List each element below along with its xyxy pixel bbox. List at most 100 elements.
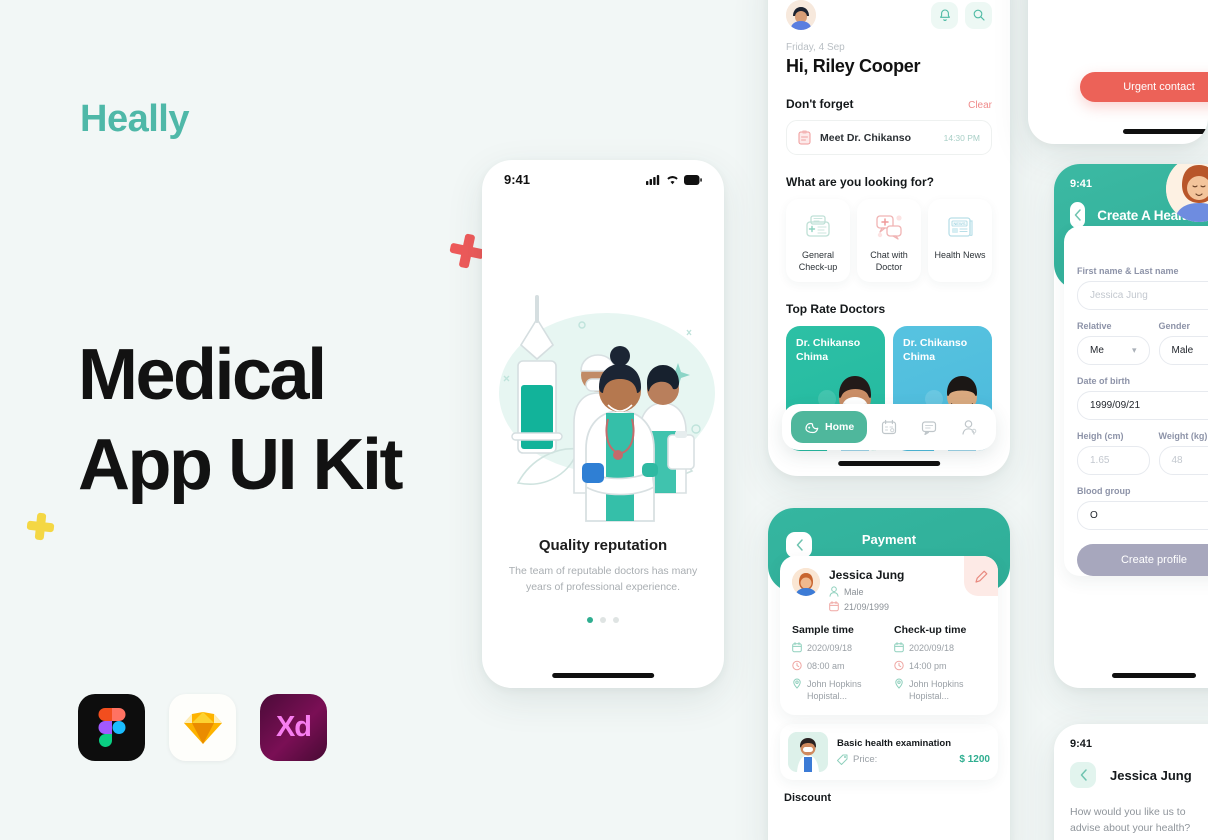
chevron-down-icon: ▾	[1131, 345, 1137, 355]
category-label: Chat with Doctor	[870, 250, 908, 273]
news-icon: NEWS	[932, 210, 988, 244]
checkup-icon	[790, 210, 846, 244]
category-cards: General Check-up Chat with Doctor NEWS H…	[786, 199, 992, 283]
clipboard-icon	[798, 130, 811, 145]
clear-button[interactable]: Clear	[968, 100, 992, 111]
looking-for-header: What are you looking for?	[786, 175, 992, 189]
back-button[interactable]	[1070, 762, 1096, 788]
height-input[interactable]: 1.65	[1077, 446, 1150, 475]
field-label-name: First name & Last name	[1077, 266, 1179, 276]
calendar-icon	[894, 642, 904, 653]
field-label-blood-group: Blood group	[1077, 486, 1131, 496]
search-icon[interactable]	[965, 1, 992, 29]
relative-select[interactable]: Me ▾	[1077, 336, 1150, 365]
edit-button[interactable]	[964, 556, 998, 596]
payment-title: Payment	[861, 532, 917, 547]
signal-icon	[646, 174, 660, 185]
carousel-dot-2[interactable]	[600, 616, 606, 623]
onboarding-title: Quality reputation	[538, 537, 668, 554]
weight-input[interactable]: 48	[1158, 446, 1208, 475]
field-label-gender: Gender	[1158, 321, 1191, 331]
chevron-left-icon	[796, 539, 803, 551]
category-card-health-news[interactable]: NEWS Health News	[928, 199, 992, 283]
patient-gender-value: Male	[844, 586, 864, 597]
figma-icon[interactable]	[78, 694, 145, 761]
adobe-xd-label: Xd	[275, 711, 312, 743]
patient-name: Jessica Jung	[829, 568, 905, 582]
checkup-time-date: 2020/09/18	[894, 642, 986, 654]
adobe-xd-icon[interactable]: Xd	[260, 694, 327, 761]
chevron-left-icon	[1074, 209, 1081, 221]
home-indicator	[552, 673, 654, 678]
gender-select[interactable]: Male ▾	[1158, 336, 1208, 365]
wifi-icon	[667, 175, 678, 184]
chat-header: Jessica Jung	[1070, 762, 1208, 788]
tab-appointments[interactable]	[871, 419, 907, 435]
carousel-dots[interactable]	[482, 616, 724, 623]
reminder-item[interactable]: Meet Dr. Chikanso 14:30 PM	[786, 120, 992, 155]
urgent-contact-button[interactable]: Urgent contact	[1080, 72, 1208, 102]
field-group-height-weight: Heigh (cm) 1.65 Weight (kg) 48	[1077, 431, 1208, 475]
category-card-chat-doctor[interactable]: Chat with Doctor	[857, 199, 921, 283]
looking-for-title: What are you looking for?	[786, 175, 935, 189]
create-profile-button[interactable]: Create profile	[1077, 544, 1208, 576]
chat-question-line-1: How would you like us to	[1070, 806, 1186, 818]
field-gender: Gender Male ▾	[1158, 321, 1208, 365]
tab-messages[interactable]	[911, 420, 947, 435]
chat-doctor-icon	[861, 210, 917, 244]
sample-time-place: John Hopkins Hopistal...	[792, 678, 884, 702]
field-relative: Relative Me ▾	[1077, 321, 1150, 365]
back-button[interactable]	[786, 532, 812, 558]
avatar[interactable]	[786, 0, 816, 30]
carousel-dot-3[interactable]	[613, 616, 619, 623]
category-label: General Check-up	[798, 250, 838, 273]
discount-heading: Discount	[784, 791, 832, 804]
blood-group-input[interactable]: O	[1077, 501, 1208, 530]
status-time: 9:41	[1070, 738, 1093, 750]
status-indicators	[646, 174, 702, 185]
sample-time-heading: Sample time	[792, 624, 854, 636]
field-height: Heigh (cm) 1.65	[1077, 431, 1150, 475]
location-icon	[793, 678, 801, 690]
status-bar: 9:41	[482, 160, 724, 187]
first-last-name-input[interactable]: Jessica Jung	[1077, 281, 1208, 310]
clock-icon	[894, 660, 904, 671]
back-button[interactable]	[1070, 202, 1086, 228]
field-label-weight: Weight (kg)	[1158, 431, 1208, 441]
doctor-name: Dr. Chikanso Chima	[796, 337, 861, 363]
reminder-text: Meet Dr. Chikanso	[820, 131, 912, 144]
home-date: Friday, 4 Sep	[786, 42, 845, 53]
create-health-profile-phone-mockup: 9:41 Create A Health Profile First name …	[1054, 164, 1208, 688]
service-title: Basic health examination	[837, 738, 952, 750]
home-icon	[805, 422, 819, 433]
dont-forget-header: Don't forget Clear	[786, 97, 992, 111]
sample-time-block: Sample time 2020/09/18 08:00 am John Hop…	[792, 624, 884, 703]
gender-value: Male	[1171, 345, 1194, 356]
profile-icon	[962, 420, 977, 435]
tag-icon	[837, 754, 848, 766]
field-label-height: Heigh (cm)	[1077, 431, 1124, 441]
sample-time-date: 2020/09/18	[792, 642, 884, 654]
bell-icon[interactable]	[931, 1, 958, 29]
carousel-dot-1[interactable]	[587, 616, 593, 623]
sketch-icon[interactable]	[169, 694, 236, 761]
service-card[interactable]: Basic health examination Price: $ 1200	[780, 723, 998, 780]
chevron-left-icon	[1080, 769, 1087, 781]
top-doctors-header: Top Rate Doctors	[786, 302, 992, 316]
doctor-name: Dr. Chikanso Chima	[903, 337, 968, 363]
tab-profile[interactable]	[951, 419, 987, 435]
field-group-name: First name & Last name Jessica Jung	[1077, 266, 1208, 310]
urgent-contact-phone-mockup: Urgent contact	[1028, 0, 1208, 144]
yellow-cross-decoration	[26, 512, 56, 542]
chat-content: 9:41 Jessica Jung How would you like us …	[1054, 724, 1208, 840]
times-grid: Sample time 2020/09/18 08:00 am John Hop…	[792, 624, 986, 703]
relative-value: Me	[1090, 345, 1104, 356]
chat-contact-name: Jessica Jung	[1110, 767, 1192, 783]
service-thumbnail	[788, 731, 828, 772]
promo-canvas: Heally Medical App UI Kit Xd 9:41 Qualit…	[0, 0, 1208, 840]
date-of-birth-input[interactable]: 1999/09/21	[1077, 391, 1208, 420]
checkup-time-place: John Hopkins Hopistal...	[894, 678, 986, 702]
tool-icons: Xd	[78, 694, 327, 761]
tab-home[interactable]: Home	[791, 411, 868, 443]
category-card-general-checkup[interactable]: General Check-up	[786, 199, 850, 283]
